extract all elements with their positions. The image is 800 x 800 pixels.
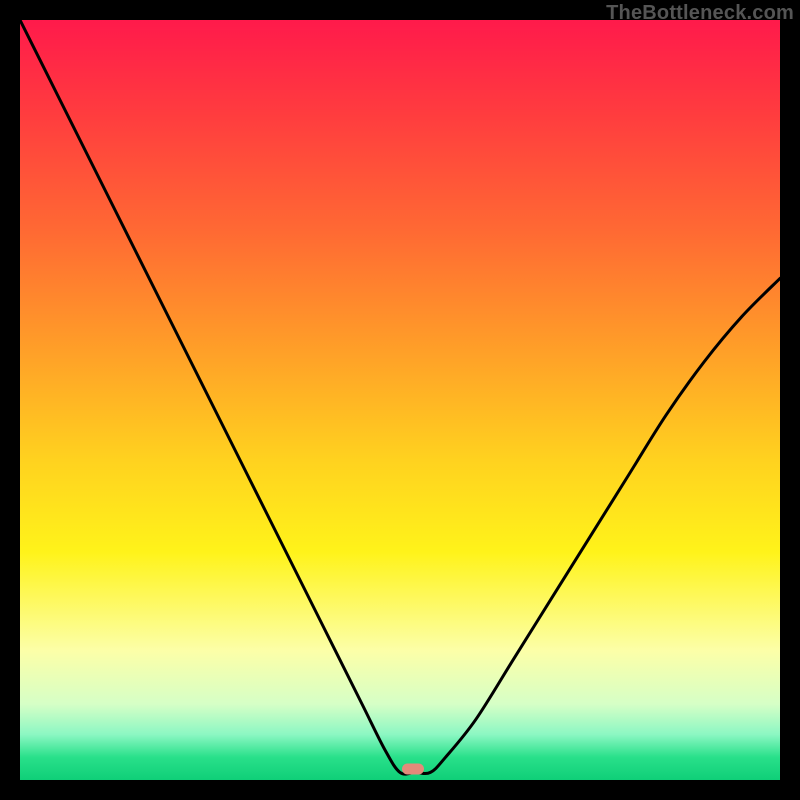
chart-plot-area xyxy=(20,20,780,780)
optimal-point-marker xyxy=(402,763,424,774)
watermark-text: TheBottleneck.com xyxy=(606,2,794,25)
bottleneck-curve xyxy=(20,20,780,780)
chart-frame: TheBottleneck.com xyxy=(0,0,800,800)
